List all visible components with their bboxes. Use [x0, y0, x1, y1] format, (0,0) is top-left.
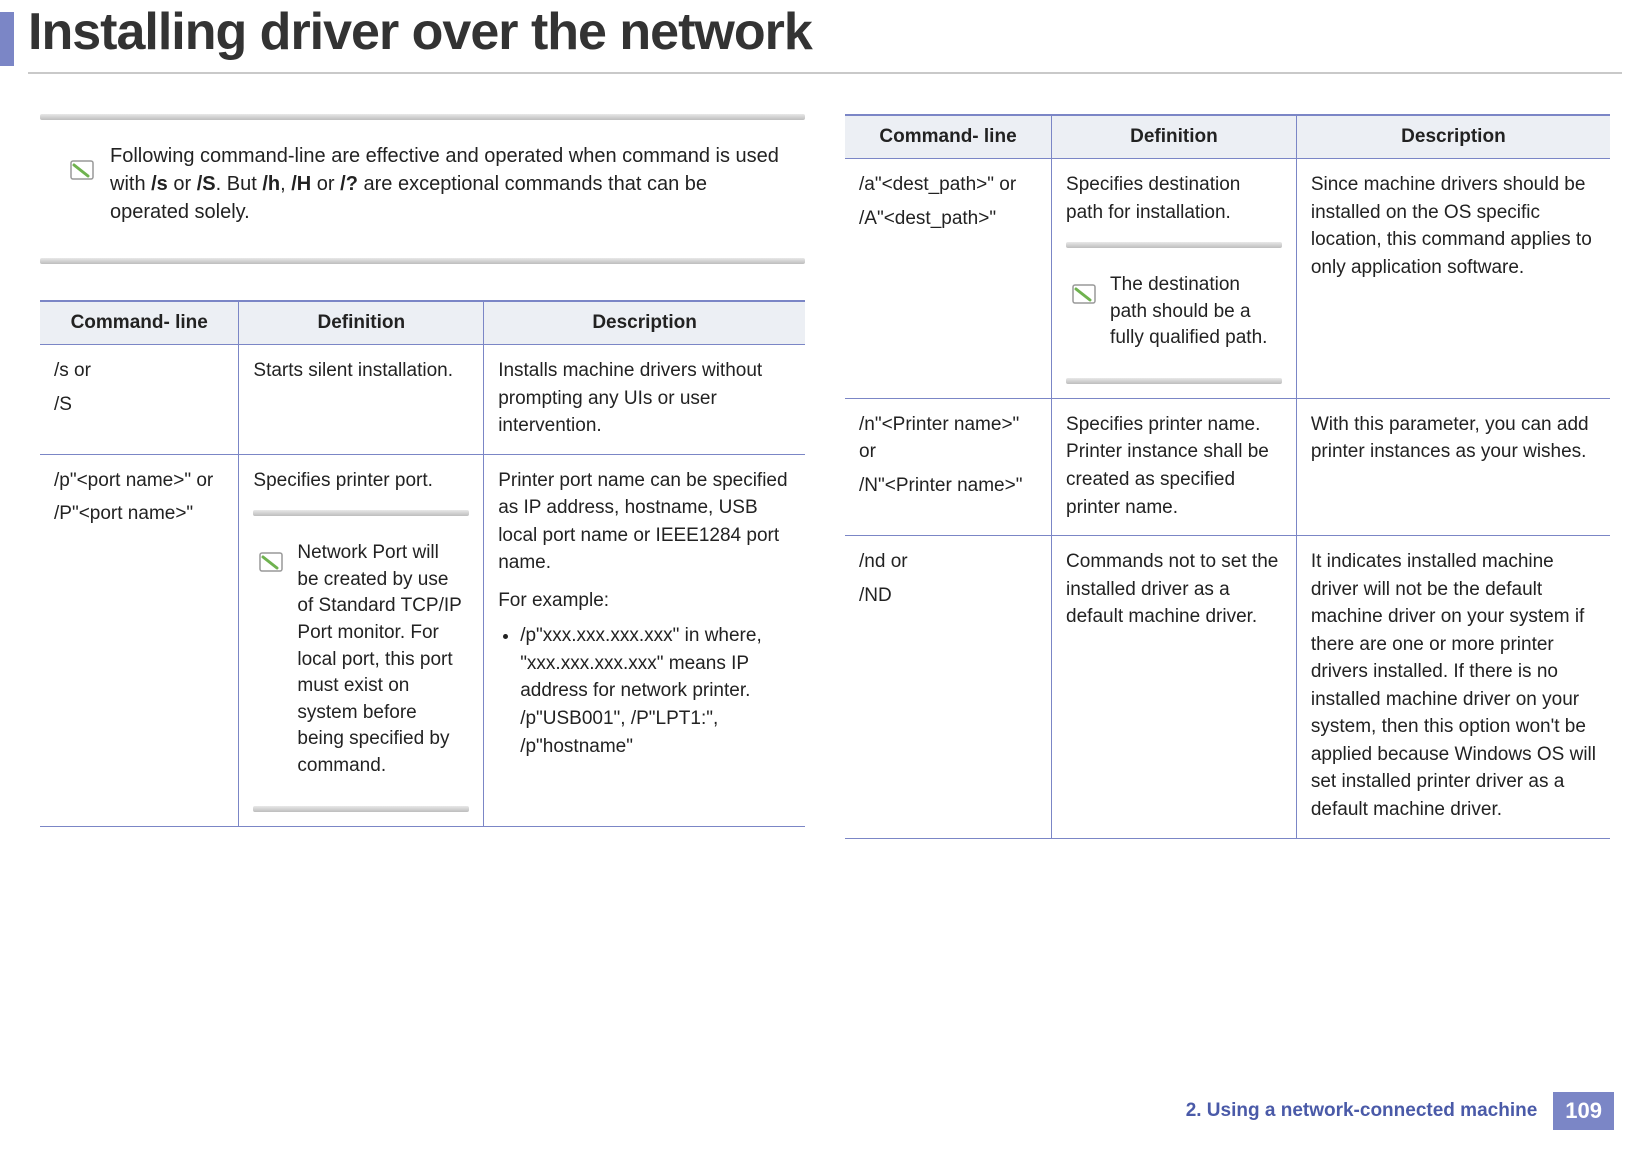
def-cell: Specifies destination path for installat… [1052, 159, 1297, 399]
right-command-table: Command- line Definition Description /a"… [845, 114, 1610, 839]
table-row: /n"<Printer name>" or/N"<Printer name>"S… [845, 398, 1610, 535]
def-note: Network Port will be created by use of S… [253, 528, 469, 791]
cmd-line2: /N"<Printer name>" [859, 472, 1037, 500]
list-item: /p"xxx.xxx.xxx.xxx" in where, "xxx.xxx.x… [520, 622, 791, 760]
def-text: Commands not to set the installed driver… [1066, 548, 1282, 631]
col-header-def: Definition [239, 301, 484, 345]
note-rule [1066, 242, 1282, 248]
note-icon [1072, 282, 1098, 306]
table-row: /s or/S Starts silent installation. Instal… [40, 345, 805, 455]
title-bar: Installing driver over the network [0, 0, 1650, 66]
note-rule [40, 114, 805, 120]
def-cell: Specifies printer name. Printer instance… [1052, 398, 1297, 535]
content-columns: Following command-line are effective and… [0, 74, 1650, 839]
page-title: Installing driver over the network [14, 0, 812, 62]
intro-note-wrapper: Following command-line are effective and… [40, 114, 805, 264]
note-rule [40, 258, 805, 264]
table-row: /a"<dest_path>" or/A"<dest_path>" Specifi… [845, 159, 1610, 399]
desc-para: It indicates installed machine driver wi… [1311, 548, 1596, 823]
col-header-desc: Description [484, 301, 805, 345]
desc-para: Printer port name can be specified as IP… [498, 467, 791, 577]
desc-cell: With this parameter, you can add printer… [1296, 398, 1610, 535]
desc-para: For example: [498, 587, 791, 615]
left-column: Following command-line are effective and… [40, 114, 805, 839]
right-column: Command- line Definition Description /a"… [845, 114, 1610, 839]
desc-cell: Since machine drivers should be installe… [1296, 159, 1610, 399]
note-text: Network Port will be created by use of S… [297, 542, 461, 776]
table-row: /nd or/NDCommands not to set the install… [845, 536, 1610, 838]
desc-cell: Installs machine drivers without prompti… [484, 345, 805, 455]
title-accent [0, 12, 14, 66]
def-text: Specifies destination path for installat… [1066, 171, 1282, 226]
note-rule [253, 806, 469, 812]
note-icon [259, 550, 285, 574]
note-icon [70, 158, 96, 182]
def-text: Starts silent installation. [253, 357, 469, 385]
cmd-cell: /nd or/ND [845, 536, 1052, 838]
note-rule [253, 510, 469, 516]
table-header-row: Command- line Definition Description [40, 301, 805, 345]
col-header-cmd: Command- line [845, 115, 1052, 159]
cmd-cell: /n"<Printer name>" or/N"<Printer name>" [845, 398, 1052, 535]
cmd-line1: /nd or [859, 548, 1037, 576]
def-cell: Commands not to set the installed driver… [1052, 536, 1297, 838]
cmd-line1: /s or [54, 357, 224, 385]
footer-page-number: 109 [1553, 1092, 1614, 1130]
desc-para: Since machine drivers should be installe… [1311, 171, 1596, 281]
cmd-line2: /P"<port name>" [54, 500, 224, 528]
cmd-cell: /p"<port name>" or/P"<port name>" [40, 454, 239, 826]
cmd-cell: /s or/S [40, 345, 239, 455]
cmd-line1: /n"<Printer name>" or [859, 411, 1037, 466]
col-header-desc: Description [1296, 115, 1610, 159]
def-cell: Starts silent installation. [239, 345, 484, 455]
desc-para: With this parameter, you can add printer… [1311, 411, 1596, 466]
desc-para: Installs machine drivers without prompti… [498, 357, 791, 440]
note-text: The destination path should be a fully q… [1110, 274, 1267, 348]
cmd-line2: /A"<dest_path>" [859, 205, 1037, 233]
def-text: Specifies printer name. Printer instance… [1066, 411, 1282, 521]
def-note: The destination path should be a fully q… [1066, 260, 1282, 364]
footer: 2. Using a network-connected machine 109 [1186, 1092, 1614, 1130]
intro-note: Following command-line are effective and… [40, 132, 805, 244]
note-text: Following command-line are effective and… [110, 145, 779, 223]
cmd-line1: /a"<dest_path>" or [859, 171, 1037, 199]
def-text: Specifies printer port. [253, 467, 469, 495]
cmd-cell: /a"<dest_path>" or/A"<dest_path>" [845, 159, 1052, 399]
col-header-def: Definition [1052, 115, 1297, 159]
note-rule [1066, 378, 1282, 384]
cmd-line2: /ND [859, 582, 1037, 610]
cmd-line2: /S [54, 391, 224, 419]
cmd-line1: /p"<port name>" or [54, 467, 224, 495]
desc-list: /p"xxx.xxx.xxx.xxx" in where, "xxx.xxx.x… [498, 622, 791, 760]
footer-chapter: 2. Using a network-connected machine [1186, 1100, 1538, 1122]
def-cell: Specifies printer port. Network Port will… [239, 454, 484, 826]
col-header-cmd: Command- line [40, 301, 239, 345]
desc-cell: It indicates installed machine driver wi… [1296, 536, 1610, 838]
desc-cell: Printer port name can be specified as IP… [484, 454, 805, 826]
left-command-table: Command- line Definition Description /s … [40, 300, 805, 827]
table-row: /p"<port name>" or/P"<port name>"Specifi… [40, 454, 805, 826]
table-header-row: Command- line Definition Description [845, 115, 1610, 159]
